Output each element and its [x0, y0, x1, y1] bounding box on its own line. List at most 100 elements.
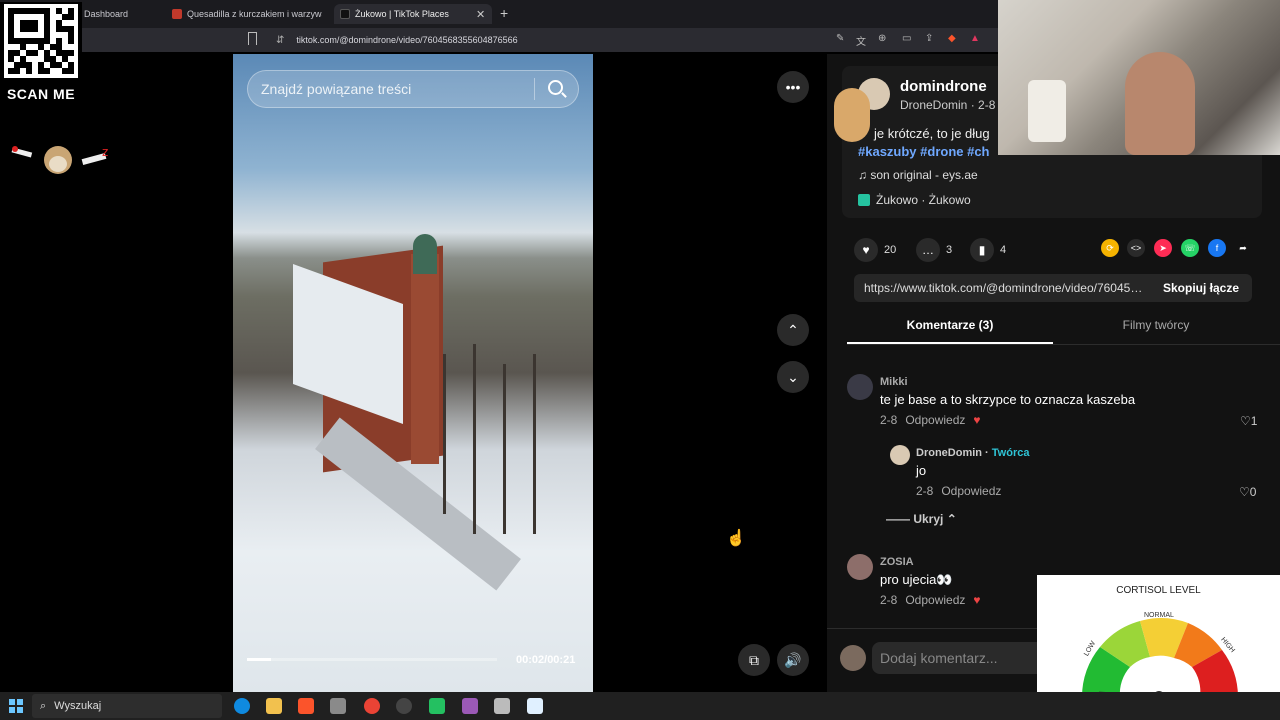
facebook-icon[interactable]: f: [1208, 239, 1226, 257]
chrome-icon[interactable]: [364, 698, 380, 714]
repost-icon[interactable]: ⟳: [1101, 239, 1119, 257]
site-settings-icon[interactable]: ⇵: [276, 35, 284, 46]
location-link[interactable]: Żukowo · Żukowo: [858, 193, 971, 207]
tab-comments[interactable]: Komentarze (3): [847, 318, 1053, 344]
obs-icon[interactable]: [396, 698, 412, 714]
previous-video-button[interactable]: ⌃: [777, 314, 809, 346]
floating-player-icon[interactable]: ⧉: [738, 644, 770, 676]
qr-module: [68, 68, 74, 74]
bookmark-icon[interactable]: [248, 32, 257, 45]
comment-date: 2-8: [880, 413, 898, 427]
app-icon[interactable]: [330, 698, 346, 714]
tab-label: Quesadilla z kurczakiem i warzywami: [187, 9, 322, 19]
gauge-label-normal: NORMAL: [1144, 612, 1174, 619]
webcam-chair: [1028, 80, 1066, 142]
video-time: 00:02/00:21: [516, 654, 576, 666]
video-progress-track[interactable]: [247, 658, 497, 661]
heart-icon: ♥: [854, 238, 878, 262]
location-text: Żukowo · Żukowo: [876, 193, 971, 207]
edge-icon[interactable]: [234, 698, 250, 714]
brave-rewards-icon[interactable]: ▲: [970, 33, 980, 44]
pip-icon[interactable]: ▭: [902, 33, 911, 44]
video-player[interactable]: [233, 54, 593, 692]
reply-date: 2-8: [916, 484, 934, 498]
whatsapp-icon[interactable]: ☏: [1181, 239, 1199, 257]
close-tab-icon[interactable]: ✕: [476, 8, 485, 21]
reply-meta: 2-8 Odpowiedz: [916, 484, 1001, 498]
comment-date: 2-8: [880, 593, 898, 607]
more-options-icon[interactable]: •••: [777, 71, 809, 103]
volume-icon[interactable]: 🔊: [777, 644, 809, 676]
reply-button[interactable]: Odpowiedz: [905, 593, 965, 607]
reader-mode-icon[interactable]: ✎: [836, 33, 844, 44]
commenter-name[interactable]: ZOSIA: [880, 556, 914, 568]
tree: [503, 364, 506, 534]
music-note-icon: ♫: [858, 168, 871, 182]
tab-dashboard[interactable]: Dashboard: [84, 4, 164, 24]
app-icon[interactable]: [494, 698, 510, 714]
sleeping-cat-emote: z: [11, 145, 108, 174]
creator-liked-icon: ♥: [973, 413, 981, 427]
commenter-avatar[interactable]: [847, 374, 873, 400]
comment-like-button[interactable]: ♡1: [1240, 414, 1257, 428]
share-link-url[interactable]: https://www.tiktok.com/@domindrone/video…: [864, 281, 1146, 295]
share-page-icon[interactable]: ⇪: [925, 33, 933, 44]
zoom-icon[interactable]: ⊕: [878, 33, 886, 44]
translate-icon[interactable]: 文: [856, 33, 866, 48]
chevron-up-icon: ⌃: [943, 512, 957, 526]
tab-label: Dashboard: [84, 9, 129, 19]
file-explorer-icon[interactable]: [266, 698, 282, 714]
copy-link-button[interactable]: Skopiuj łącze: [1154, 276, 1248, 300]
commenter-avatar[interactable]: [847, 554, 873, 580]
like-button[interactable]: ♥ 20: [854, 238, 896, 262]
comment-meta: 2-8 Odpowiedz ♥: [880, 593, 981, 607]
music-link[interactable]: ♫ son original - eys.ae: [858, 168, 978, 182]
creator-liked-icon: ♥: [973, 593, 981, 607]
related-search-input[interactable]: Znajdź powiązane treści: [247, 70, 579, 108]
church-tower: [411, 254, 439, 464]
dash-line: ——: [886, 512, 914, 526]
reply-avatar[interactable]: [890, 445, 910, 465]
comment-button[interactable]: … 3: [916, 238, 952, 262]
new-tab-icon[interactable]: +: [500, 5, 508, 21]
like-count: 20: [884, 244, 897, 256]
hide-replies-button[interactable]: —— Ukryj ⌃: [886, 512, 957, 526]
comment-bubble-icon: …: [916, 238, 940, 262]
comment-meta: 2-8 Odpowiedz ♥: [880, 413, 981, 427]
tab-quesadilla[interactable]: Quesadilla z kurczakiem i warzywami: [172, 4, 322, 24]
start-button[interactable]: [9, 699, 23, 713]
reply-button[interactable]: Odpowiedz: [941, 484, 1001, 498]
address-bar[interactable]: ⇵ tiktok.com/@domindrone/video/760456835…: [276, 31, 816, 49]
commenter-name[interactable]: Mikki: [880, 376, 908, 388]
media-icon[interactable]: [429, 698, 445, 714]
search-placeholder: Znajdź powiązane treści: [261, 81, 412, 97]
reply-author-name: DroneDomin: [916, 447, 982, 459]
tab-tiktok-places[interactable]: Żukowo | TikTok Places: [334, 4, 492, 24]
reply-button[interactable]: Odpowiedz: [905, 413, 965, 427]
tab-creator-videos[interactable]: Filmy twórcy: [1053, 318, 1259, 344]
more-share-icon[interactable]: ➦: [1234, 239, 1252, 257]
search-icon[interactable]: [548, 80, 563, 95]
brave-icon[interactable]: [298, 698, 314, 714]
author-username[interactable]: domindrone: [900, 78, 987, 95]
embed-icon[interactable]: <>: [1127, 239, 1145, 257]
scan-me-label: SCAN ME: [6, 86, 76, 102]
comment-text: te je base a to skrzypce to oznacza kasz…: [880, 392, 1136, 407]
search-icon: ⌕: [40, 699, 47, 712]
comment-placeholder: Dodaj komentarz...: [880, 650, 998, 666]
reply-text: jo: [916, 463, 927, 478]
app-icon[interactable]: [462, 698, 478, 714]
comment-count: 3: [946, 244, 953, 256]
notepad-icon[interactable]: [527, 698, 543, 714]
reply-like-count: 0: [1249, 485, 1257, 499]
save-button[interactable]: ▮ 4: [970, 238, 1006, 262]
taskbar-search[interactable]: ⌕ Wyszukaj: [32, 694, 222, 718]
tab-label: Żukowo | TikTok Places: [355, 9, 449, 19]
reply-author[interactable]: DroneDomin · Twórca: [916, 447, 1029, 459]
reply-like-button[interactable]: ♡0: [1239, 485, 1256, 499]
video-hashtags[interactable]: #kaszuby #drone #ch: [858, 144, 990, 159]
z-glyph: z: [102, 145, 108, 159]
send-to-friends-icon[interactable]: ➤: [1154, 239, 1172, 257]
brave-shield-icon[interactable]: ◆: [948, 33, 956, 44]
next-video-button[interactable]: ⌄: [777, 361, 809, 393]
